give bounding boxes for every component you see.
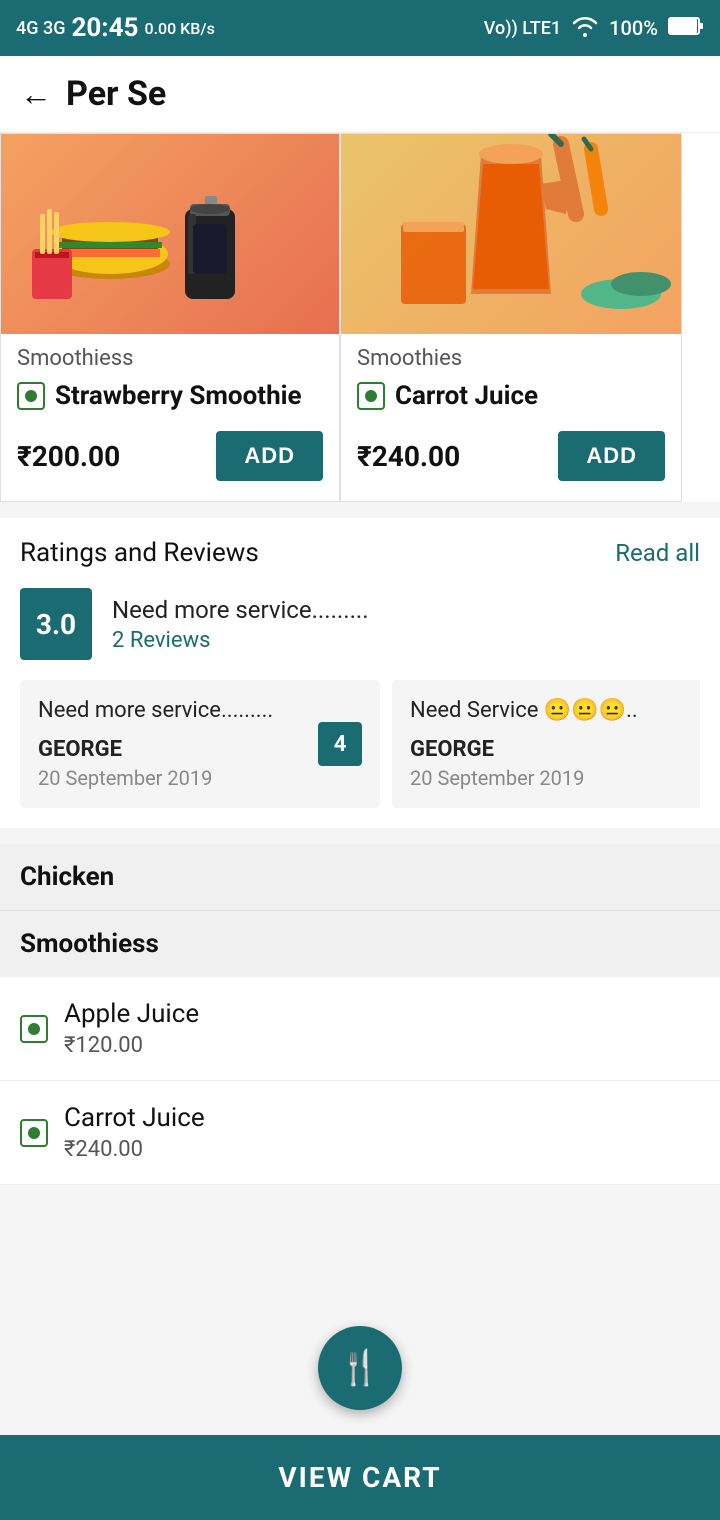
section-chicken: Chicken	[0, 844, 720, 910]
rating-reviews-count: 2 Reviews	[112, 628, 369, 653]
read-all-button[interactable]: Read all	[615, 539, 700, 567]
menu-item-price-carrot: ₹240.00	[64, 1137, 205, 1162]
ratings-header: Ratings and Reviews Read all	[20, 538, 700, 568]
rating-comment: Need more service.........	[112, 596, 369, 624]
review-author-2: GEORGE	[410, 737, 700, 762]
add-button-strawberry[interactable]: ADD	[216, 431, 323, 481]
veg-icon-carrot-menu	[20, 1119, 48, 1147]
menu-item-name-apple: Apple Juice	[64, 999, 199, 1029]
view-cart-bar[interactable]: VIEW CART	[0, 1435, 720, 1520]
product-card-strawberry: Smoothiess Strawberry Smoothie ₹200.00 A…	[0, 133, 340, 502]
product-price-carrot: ₹240.00	[357, 440, 460, 473]
product-category-carrot: Smoothies	[341, 334, 681, 375]
product-image-strawberry	[1, 134, 339, 334]
product-name-strawberry: Strawberry Smoothie	[55, 381, 302, 411]
wifi-icon	[571, 15, 599, 42]
review-cards: Need more service......... GEORGE 20 Sep…	[20, 680, 700, 808]
section-chicken-title: Chicken	[20, 862, 114, 892]
review-comment-2: Need Service 😐😐😐..	[410, 698, 700, 723]
section-smoothiess-title: Smoothiess	[20, 929, 159, 959]
menu-item-carrot-juice[interactable]: Carrot Juice ₹240.00	[0, 1081, 720, 1185]
review-card-1: Need more service......... GEORGE 20 Sep…	[20, 680, 380, 808]
menu-item-info-carrot: Carrot Juice ₹240.00	[64, 1103, 205, 1162]
add-button-carrot[interactable]: ADD	[558, 431, 665, 481]
product-name-row-strawberry: Strawberry Smoothie	[1, 375, 339, 417]
fab-icon: 🍴	[339, 1348, 381, 1388]
status-bar: 4G 3G 20:45 0.00 KB/s Vo)) LTE1 100%	[0, 0, 720, 56]
review-comment-1: Need more service.........	[38, 698, 362, 723]
rating-text-col: Need more service......... 2 Reviews	[112, 596, 369, 653]
review-number-1: 4	[318, 722, 362, 766]
review-date-2: 20 September 2019	[410, 766, 700, 790]
review-date-1: 20 September 2019	[38, 766, 362, 790]
ratings-title: Ratings and Reviews	[20, 538, 259, 568]
product-price-row-carrot: ₹240.00 ADD	[341, 417, 681, 481]
menu-item-name-carrot: Carrot Juice	[64, 1103, 205, 1133]
section-smoothiess: Smoothiess	[0, 910, 720, 977]
header: ← Per Se	[0, 56, 720, 133]
page-title: Per Se	[66, 74, 166, 114]
time-display: 20:45	[71, 13, 138, 43]
veg-icon-carrot	[357, 382, 385, 410]
ratings-section: Ratings and Reviews Read all 3.0 Need mo…	[0, 518, 720, 828]
battery-icon	[668, 16, 704, 40]
rating-summary: 3.0 Need more service......... 2 Reviews	[20, 588, 700, 660]
review-author-1: GEORGE	[38, 737, 362, 762]
menu-item-info-apple: Apple Juice ₹120.00	[64, 999, 199, 1058]
network-indicator: 4G 3G	[16, 18, 65, 39]
speed-display: 0.00 KB/s	[144, 19, 214, 38]
lte-indicator: Vo)) LTE1	[484, 18, 561, 39]
status-right: Vo)) LTE1 100%	[484, 15, 704, 42]
view-cart-label: VIEW CART	[278, 1461, 441, 1494]
veg-icon-strawberry	[17, 382, 45, 410]
review-card-2: Need Service 😐😐😐.. GEORGE 20 September 2…	[392, 680, 700, 808]
product-name-row-carrot: Carrot Juice	[341, 375, 681, 417]
menu-item-apple-juice[interactable]: Apple Juice ₹120.00	[0, 977, 720, 1081]
product-card-carrot: Smoothies Carrot Juice ₹240.00 ADD	[340, 133, 682, 502]
products-scroll: Smoothiess Strawberry Smoothie ₹200.00 A…	[0, 133, 720, 502]
battery-percentage: 100%	[609, 16, 658, 40]
status-left: 4G 3G 20:45 0.00 KB/s	[16, 13, 215, 43]
back-button[interactable]: ←	[20, 75, 52, 113]
product-image-carrot	[341, 134, 681, 334]
product-category-strawberry: Smoothiess	[1, 334, 339, 375]
product-price-strawberry: ₹200.00	[17, 440, 120, 473]
product-price-row-strawberry: ₹200.00 ADD	[1, 417, 339, 481]
menu-list: Apple Juice ₹120.00 Carrot Juice ₹240.00	[0, 977, 720, 1185]
veg-icon-apple	[20, 1015, 48, 1043]
rating-badge: 3.0	[20, 588, 92, 660]
product-name-carrot: Carrot Juice	[395, 381, 538, 411]
fab-button[interactable]: 🍴	[318, 1326, 402, 1410]
menu-item-price-apple: ₹120.00	[64, 1033, 199, 1058]
